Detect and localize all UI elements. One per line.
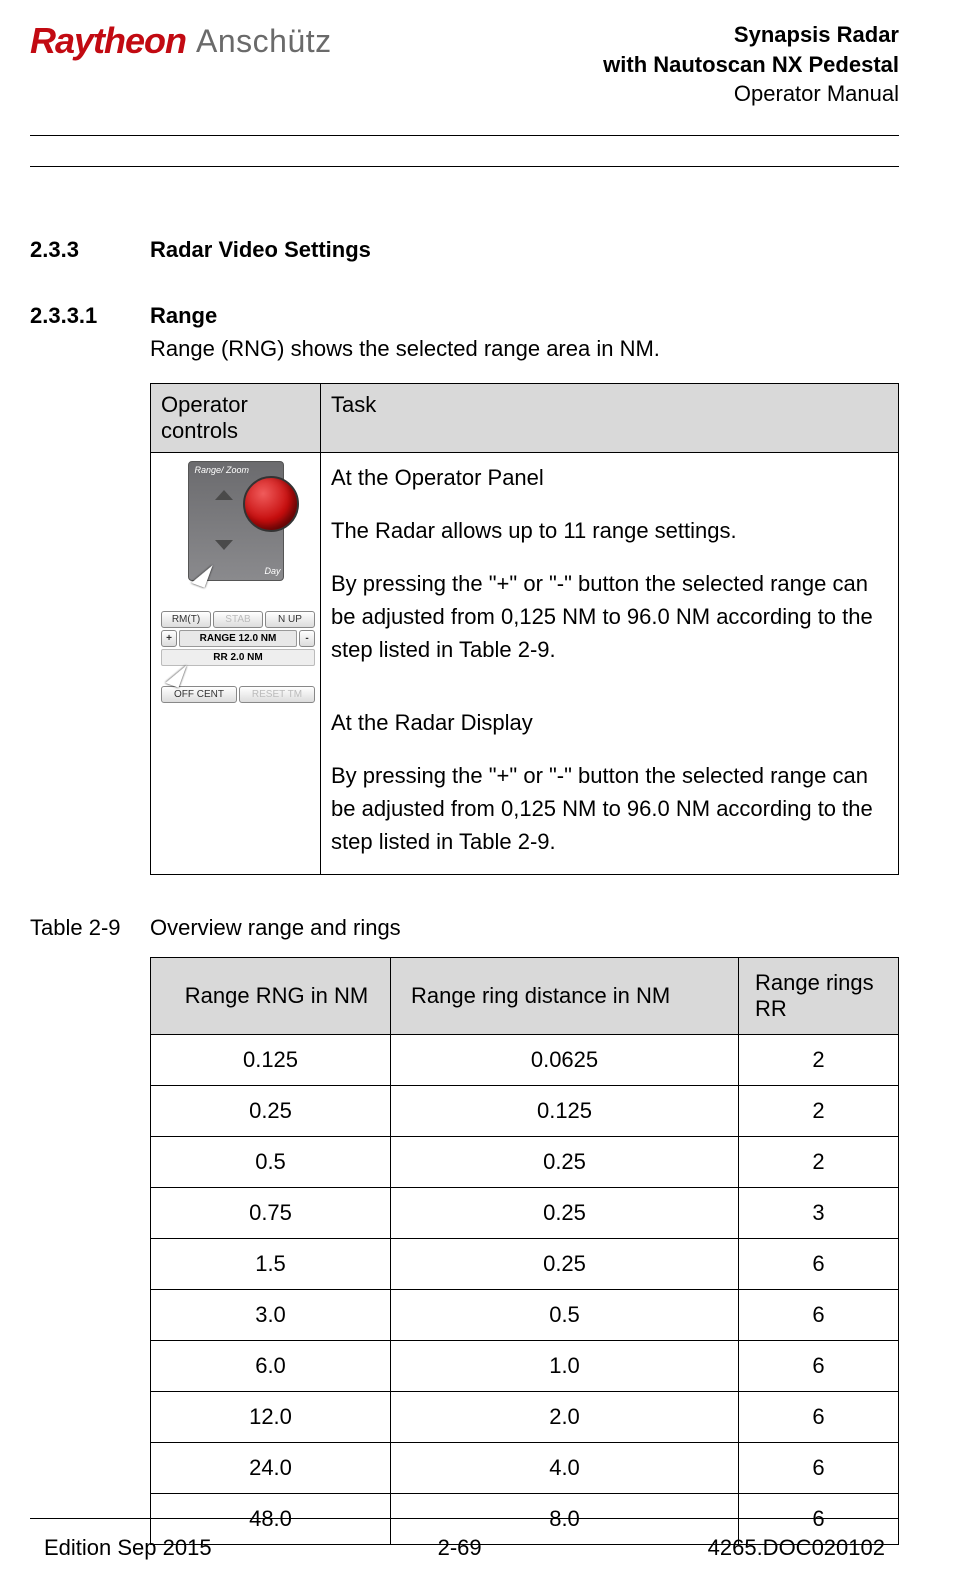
doc-title-line1: Synapsis Radar [603,20,899,50]
range-display: RANGE 12.0 NM [179,630,297,647]
op-header-controls: Operator controls [151,383,321,452]
red-knob-icon [243,476,299,532]
footer-edition: Edition Sep 2015 [44,1535,212,1561]
table-cell: 1.0 [391,1340,739,1391]
nup-button[interactable]: N UP [265,611,315,628]
page-header: Raytheon Anschütz Synapsis Radar with Na… [30,20,899,127]
range-minus-button[interactable]: - [299,630,315,647]
table-cell: 6 [739,1442,899,1493]
chevron-down-icon [215,540,233,550]
doc-title-line2: with Nautoscan NX Pedestal [603,50,899,80]
op-controls-images: Range/ Zoom Day RM(T) STAB N [151,452,321,874]
section-number: 2.3.3 [30,237,150,263]
table-cell: 0.25 [391,1238,739,1289]
doc-title: Synapsis Radar with Nautoscan NX Pedesta… [603,20,899,109]
table-cell: 4.0 [391,1442,739,1493]
table-cell: 0.25 [391,1136,739,1187]
caption-text: Overview range and rings [150,915,401,941]
table-cell: 0.75 [151,1187,391,1238]
header-rule-2 [30,166,899,167]
task-p2: The Radar allows up to 11 range settings… [331,514,888,547]
rings-h1: Range RNG in NM [151,957,391,1034]
radar-ui-mock: RM(T) STAB N UP + RANGE 12.0 NM - RR 2.0… [161,611,315,703]
task-p5: By pressing the "+" or "-" button the se… [331,759,888,858]
table-cell: 2 [739,1085,899,1136]
day-label: Day [264,566,280,576]
doc-title-line3: Operator Manual [603,79,899,109]
table-cell: 2.0 [391,1391,739,1442]
table-row: 12.02.06 [151,1391,899,1442]
table-row: 1.50.256 [151,1238,899,1289]
task-p4: At the Radar Display [331,706,888,739]
table-cell: 0.125 [391,1085,739,1136]
subsection-number: 2.3.3.1 [30,303,150,365]
section-2-3-3: 2.3.3 Radar Video Settings [30,237,899,263]
section-title: Radar Video Settings [150,237,371,263]
table-cell: 3.0 [151,1289,391,1340]
table-row: 0.1250.06252 [151,1034,899,1085]
logo-anschutz: Anschütz [196,23,332,60]
table-cell: 0.25 [391,1187,739,1238]
footer-page: 2-69 [438,1535,482,1561]
table-cell: 2 [739,1034,899,1085]
chevrons [211,490,237,550]
header-rule-1 [30,135,899,136]
subsection-title: Range [150,303,660,329]
range-plus-button[interactable]: + [161,630,177,647]
content: 2.3.3 Radar Video Settings 2.3.3.1 Range… [30,237,899,1545]
reset-tm-button[interactable]: RESET TM [239,686,315,703]
stab-button[interactable]: STAB [213,611,263,628]
page-footer: Edition Sep 2015 2-69 4265.DOC020102 [30,1518,899,1561]
table-cell: 1.5 [151,1238,391,1289]
range-zoom-knob: Range/ Zoom Day [188,461,284,581]
table-cell: 0.5 [151,1136,391,1187]
table-cell: 2 [739,1136,899,1187]
chevron-up-icon [215,490,233,500]
table-row: 6.01.06 [151,1340,899,1391]
table-cell: 3 [739,1187,899,1238]
range-rings-table: Range RNG in NM Range ring distance in N… [150,957,899,1545]
task-p3: By pressing the "+" or "-" button the se… [331,567,888,666]
table-cell: 24.0 [151,1442,391,1493]
table-cell: 0.0625 [391,1034,739,1085]
section-2-3-3-1: 2.3.3.1 Range Range (RNG) shows the sele… [30,303,899,365]
task-cell: At the Operator Panel The Radar allows u… [321,452,899,874]
table-cell: 6.0 [151,1340,391,1391]
rings-h3: Range rings RR [739,957,899,1034]
cursor-arrow-icon [191,560,212,587]
op-header-task: Task [321,383,899,452]
footer-docid: 4265.DOC020102 [708,1535,885,1561]
table-row: 0.750.253 [151,1187,899,1238]
table-cell: 12.0 [151,1391,391,1442]
table-caption: Table 2-9 Overview range and rings [30,915,899,941]
task-p1: At the Operator Panel [331,461,888,494]
table-cell: 0.125 [151,1034,391,1085]
table-cell: 6 [739,1340,899,1391]
operator-controls-table: Operator controls Task Range/ Zoom Day [150,383,899,875]
caption-num: Table 2-9 [30,915,150,941]
logo-row: Raytheon Anschütz [30,20,332,62]
table-row: 24.04.06 [151,1442,899,1493]
subsection-desc: Range (RNG) shows the selected range are… [150,333,660,365]
table-cell: 6 [739,1238,899,1289]
logo-raytheon: Raytheon [30,20,186,62]
table-cell: 6 [739,1289,899,1340]
rm-button[interactable]: RM(T) [161,611,211,628]
table-cell: 6 [739,1391,899,1442]
table-row: 0.50.252 [151,1136,899,1187]
rings-h2: Range ring distance in NM [391,957,739,1034]
table-row: 3.00.56 [151,1289,899,1340]
table-row: 0.250.1252 [151,1085,899,1136]
footer-rule [30,1518,899,1519]
knob-label: Range/ Zoom [195,466,250,476]
off-cent-button[interactable]: OFF CENT [161,686,237,703]
table-cell: 0.25 [151,1085,391,1136]
table-cell: 0.5 [391,1289,739,1340]
